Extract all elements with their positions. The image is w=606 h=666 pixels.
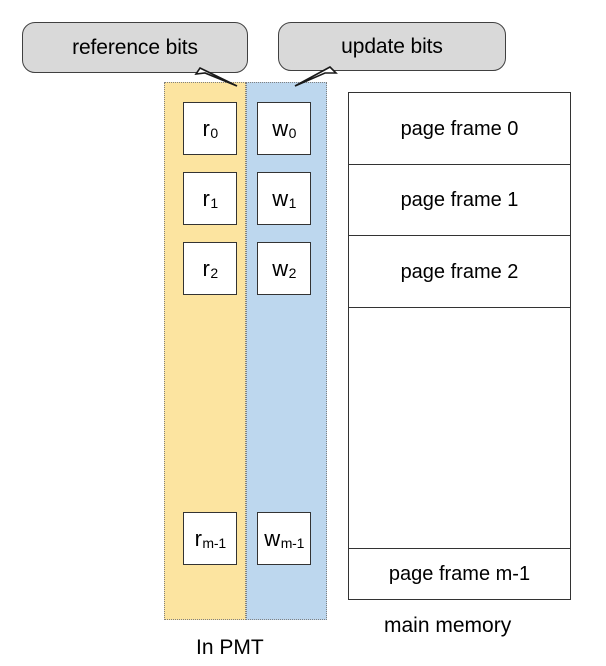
reference-bit-cell-1: r1: [183, 172, 237, 225]
memory-row-page-frame-0: page frame 0: [349, 93, 570, 165]
reference-bit-subscript-2: 2: [210, 264, 218, 281]
memory-row-page-frame-1: page frame 1: [349, 165, 570, 236]
update-bit-cell-0: w0: [257, 102, 311, 155]
update-bit-cell-2: w2: [257, 242, 311, 295]
callout-reference-bits: reference bits: [22, 22, 248, 73]
reference-bit-label-m-1: r: [194, 525, 202, 551]
reference-bit-subscript-1: 1: [210, 194, 218, 211]
main-memory-caption: main memory: [384, 614, 512, 637]
main-memory-table: page frame 0 page frame 1 page frame 2 p…: [348, 92, 571, 600]
reference-bit-subscript-m-1: m-1: [202, 534, 226, 551]
callout-reference-bits-label: reference bits: [72, 36, 198, 59]
update-bit-cell-m-1: w m-1: [257, 512, 311, 565]
reference-bit-label-1: r: [202, 185, 210, 211]
pmt-caption: In PMT: [196, 636, 264, 659]
update-bit-cell-1: w1: [257, 172, 311, 225]
update-bit-subscript-0: 0: [288, 124, 297, 141]
reference-bit-cell-0: r0: [183, 102, 237, 155]
diagram-canvas: r0 r1 r2 r m-1 w0 w1 w2 w m-1 page frame 0…: [0, 0, 606, 666]
reference-bit-subscript-0: 0: [210, 124, 218, 141]
callout-update-bits: update bits: [278, 22, 506, 71]
memory-row-empty: [349, 308, 570, 549]
update-bit-label-1: w: [272, 185, 289, 211]
callout-update-bits-label: update bits: [341, 35, 443, 58]
update-bit-label-0: w: [272, 115, 289, 141]
reference-bit-label-0: r: [202, 115, 210, 141]
update-bit-label-2: w: [272, 255, 289, 281]
reference-bit-label-2: r: [202, 255, 210, 281]
update-bit-label-m-1: w: [264, 525, 281, 551]
update-bit-subscript-2: 2: [288, 264, 297, 281]
memory-row-page-frame-m-1: page frame m-1: [388, 562, 531, 585]
update-bit-subscript-m-1: m-1: [280, 534, 305, 551]
reference-bit-cell-m-1: r m-1: [183, 512, 237, 565]
update-bit-subscript-1: 1: [288, 194, 297, 211]
memory-row-page-frame-2: page frame 2: [349, 236, 570, 308]
reference-bit-cell-2: r2: [183, 242, 237, 295]
